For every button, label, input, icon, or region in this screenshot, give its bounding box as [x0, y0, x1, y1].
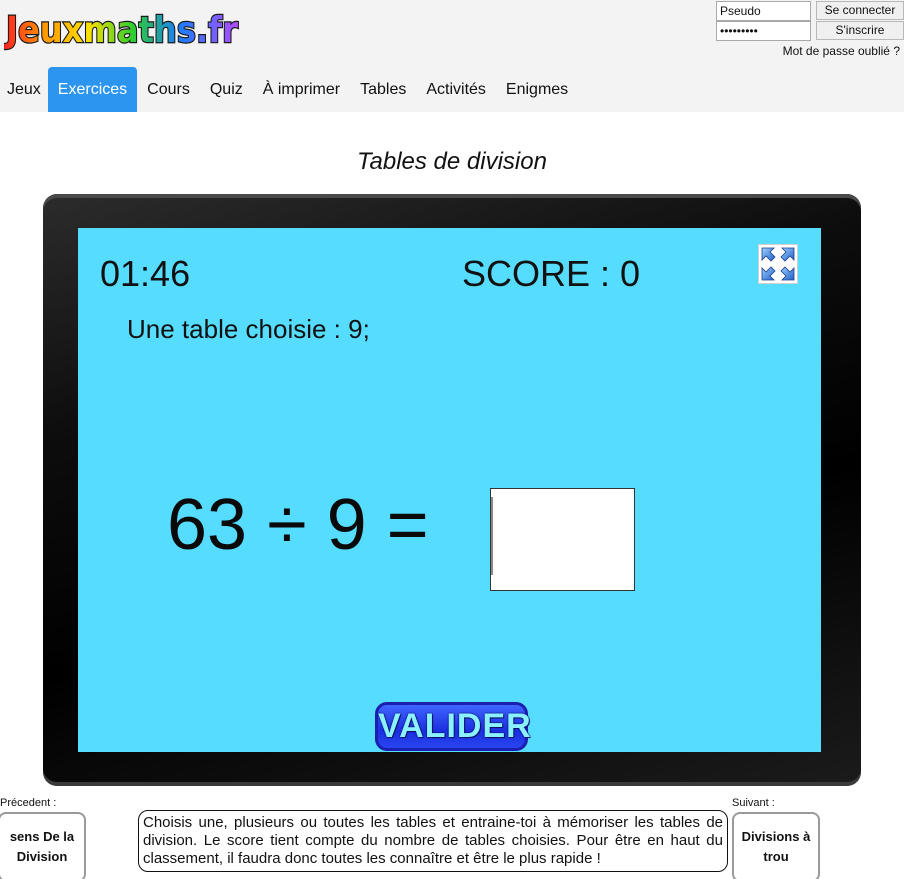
fullscreen-button[interactable]	[758, 244, 798, 284]
register-button[interactable]: S'inscrire	[816, 21, 904, 40]
password-input[interactable]	[716, 21, 811, 41]
previous-exercise-link[interactable]: sens De la Division	[0, 812, 86, 879]
site-logo[interactable]: Jeuxmaths.fr	[4, 2, 244, 58]
text-caret	[491, 497, 493, 575]
nav-enigmes[interactable]: Enigmes	[496, 67, 578, 112]
site-header: Jeuxmaths.fr Se connecter S'inscrire Mot…	[0, 0, 904, 112]
answer-input[interactable]	[490, 488, 635, 591]
connect-button[interactable]: Se connecter	[816, 1, 904, 20]
previous-exercise-title: sens De la Division	[9, 829, 75, 864]
table-info: Une table choisie : 9;	[127, 314, 370, 344]
division-question: 63 ÷ 9 =	[167, 485, 429, 565]
validate-button[interactable]: VALIDER	[375, 702, 531, 751]
nav-exercices[interactable]: Exercices	[47, 67, 138, 112]
fullscreen-icon	[761, 247, 795, 281]
nav-quiz[interactable]: Quiz	[200, 67, 253, 112]
exercise-description: Choisis une, plusieurs ou toutes les tab…	[138, 810, 728, 872]
nav-activites[interactable]: Activités	[416, 67, 496, 112]
username-input[interactable]	[716, 1, 811, 21]
score: SCORE : 0	[462, 253, 641, 294]
nav-jeux[interactable]: Jeux	[0, 67, 48, 112]
next-exercise-link[interactable]: Divisions à trou	[732, 812, 820, 879]
page-title: Tables de division	[357, 148, 547, 175]
nav-tables[interactable]: Tables	[350, 67, 416, 112]
main-nav: Jeux Exercices Cours Quiz À imprimer Tab…	[0, 67, 578, 112]
timer: 01:46	[100, 253, 191, 294]
svg-text:Jeuxmaths.fr: Jeuxmaths.fr	[4, 10, 238, 51]
forgot-password-link[interactable]: Mot de passe oublié ?	[783, 44, 900, 58]
next-label: Suivant :	[732, 797, 775, 809]
nav-cours[interactable]: Cours	[137, 67, 200, 112]
page: Jeuxmaths.fr Se connecter S'inscrire Mot…	[0, 0, 904, 879]
next-exercise-title: Divisions à trou	[741, 829, 811, 864]
previous-label: Précedent :	[0, 797, 57, 809]
nav-a-imprimer[interactable]: À imprimer	[253, 67, 350, 112]
